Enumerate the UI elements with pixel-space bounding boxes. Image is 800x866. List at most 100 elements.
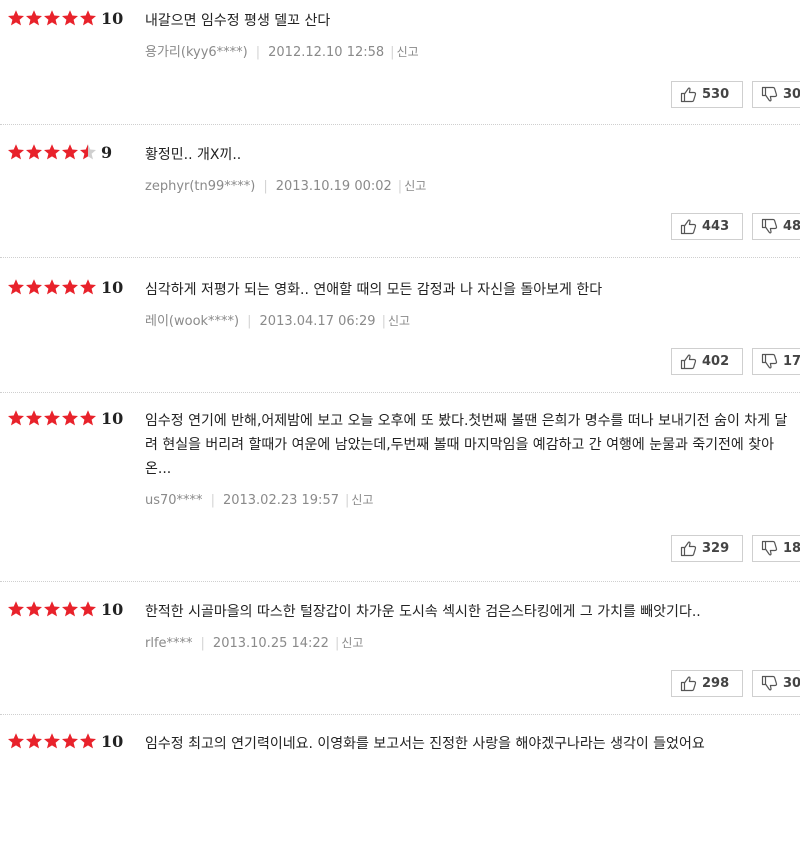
like-button[interactable]: 298	[671, 670, 743, 697]
thumbs-up-icon	[680, 354, 697, 370]
review-text: 내갈으면 임수정 평생 델꼬 산다	[145, 13, 331, 29]
star-full-icon	[26, 410, 42, 426]
review-meta: 용가리(kyy6****) | 2012.12.10 12:58 | 신고	[145, 43, 419, 62]
meta-divider: |	[263, 179, 268, 194]
review-date: 2013.04.17 06:29	[259, 314, 376, 329]
meta-divider: |	[381, 314, 386, 329]
star-full-icon	[80, 733, 96, 749]
star-full-icon	[8, 601, 24, 617]
like-count: 402	[702, 354, 730, 369]
star-full-icon	[62, 410, 78, 426]
meta-divider: |	[200, 636, 205, 651]
dislike-count: 17	[783, 354, 800, 369]
like-count: 530	[702, 87, 730, 102]
star-full-icon	[8, 144, 24, 160]
review-date: 2013.10.19 00:02	[275, 179, 392, 194]
star-full-icon	[62, 601, 78, 617]
review-list: 10 내갈으면 임수정 평생 델꼬 산다 용가리(kyy6****) | 2012.12…	[0, 0, 800, 764]
author-name: rlfe****	[145, 636, 193, 651]
thumbs-down-icon	[761, 353, 778, 369]
meta-divider: |	[397, 179, 403, 194]
review-meta: 레이(wook****) | 2013.04.17 06:29 | 신고	[145, 312, 410, 331]
review-meta: rlfe**** | 2013.10.25 14:22 | 신고	[145, 634, 363, 653]
review-date: 2012.12.10 12:58	[268, 45, 385, 60]
report-link[interactable]: 신고	[404, 179, 426, 193]
star-full-icon	[62, 10, 78, 26]
star-rating	[7, 600, 97, 620]
star-full-icon	[44, 279, 60, 295]
report-link[interactable]: 신고	[341, 636, 363, 650]
review-text: 황정민.. 개X끼..	[145, 147, 242, 163]
dislike-button[interactable]: 30	[752, 670, 800, 697]
rating-score: 10	[101, 600, 124, 619]
thumbs-up-icon	[680, 541, 697, 557]
dislike-button[interactable]: 17	[752, 348, 800, 375]
star-full-icon	[44, 733, 60, 749]
like-button[interactable]: 329	[671, 535, 743, 562]
review-divider	[0, 392, 800, 393]
review-meta: us70**** | 2013.02.23 19:57 | 신고	[145, 491, 373, 510]
rating-score: 9	[101, 143, 113, 162]
star-full-icon	[80, 410, 96, 426]
star-full-icon	[8, 410, 24, 426]
rating-score: 10	[101, 409, 124, 428]
star-full-icon	[26, 601, 42, 617]
review-text: 임수정 연기에 반해,어제밤에 보고 오늘 오후에 또 봤다.첫번째 볼땐 은희…	[145, 413, 788, 477]
dislike-count: 18	[783, 541, 800, 556]
like-count: 298	[702, 676, 730, 691]
star-full-icon	[8, 279, 24, 295]
review-text: 임수정 최고의 연기력이네요. 이영화를 보고서는 진정한 사랑을 해야겠구나라…	[145, 736, 705, 752]
review-divider	[0, 714, 800, 715]
dislike-button[interactable]: 48	[752, 213, 800, 240]
author-name: us70****	[145, 493, 203, 508]
star-full-icon	[8, 733, 24, 749]
thumbs-down-icon	[761, 540, 778, 556]
thumbs-down-icon	[761, 218, 778, 234]
star-full-icon	[44, 10, 60, 26]
meta-divider: |	[334, 636, 340, 651]
star-half-icon	[80, 144, 96, 160]
star-full-icon	[8, 10, 24, 26]
star-full-icon	[80, 279, 96, 295]
star-full-icon	[80, 10, 96, 26]
review-date: 2013.02.23 19:57	[222, 493, 339, 508]
review-item: 10 임수정 최고의 연기력이네요. 이영화를 보고서는 진정한 사랑을 해야겠구…	[0, 732, 800, 866]
like-count: 443	[702, 219, 730, 234]
star-full-icon	[26, 10, 42, 26]
star-full-icon	[62, 144, 78, 160]
review-item: 10 내갈으면 임수정 평생 델꼬 산다 용가리(kyy6****) | 2012.12…	[0, 9, 800, 143]
report-link[interactable]: 신고	[397, 45, 419, 59]
thumbs-up-icon	[680, 87, 697, 103]
star-full-icon	[44, 410, 60, 426]
dislike-count: 30	[783, 676, 800, 691]
review-item: 10 임수정 연기에 반해,어제밤에 보고 오늘 오후에 또 봤다.첫번째 볼땐 …	[0, 409, 800, 562]
star-rating	[7, 409, 97, 429]
dislike-count: 48	[783, 219, 800, 234]
star-rating	[7, 143, 97, 163]
meta-divider: |	[344, 493, 350, 508]
rating-score: 10	[101, 278, 124, 297]
review-date: 2013.10.25 14:22	[212, 636, 329, 651]
thumbs-down-icon	[761, 675, 778, 691]
star-full-icon	[44, 601, 60, 617]
meta-divider: |	[210, 493, 215, 508]
like-button[interactable]: 402	[671, 348, 743, 375]
dislike-button[interactable]: 18	[752, 535, 800, 562]
star-rating	[7, 278, 97, 298]
thumbs-up-icon	[680, 676, 697, 692]
report-link[interactable]: 신고	[388, 314, 410, 328]
like-button[interactable]: 443	[671, 213, 743, 240]
review-divider	[0, 257, 800, 258]
review-meta: zephyr(tn99****) | 2013.10.19 00:02 | 신고	[145, 177, 426, 196]
star-full-icon	[26, 144, 42, 160]
star-rating	[7, 9, 97, 29]
thumbs-down-icon	[761, 86, 778, 102]
meta-divider: |	[255, 45, 261, 60]
star-full-icon	[80, 601, 96, 617]
like-button[interactable]: 530	[671, 81, 743, 108]
thumbs-up-icon	[680, 219, 697, 235]
dislike-count: 30	[783, 87, 800, 102]
author-name: 레이(wook****)	[145, 314, 240, 329]
dislike-button[interactable]: 30	[752, 81, 800, 108]
report-link[interactable]: 신고	[351, 493, 373, 507]
